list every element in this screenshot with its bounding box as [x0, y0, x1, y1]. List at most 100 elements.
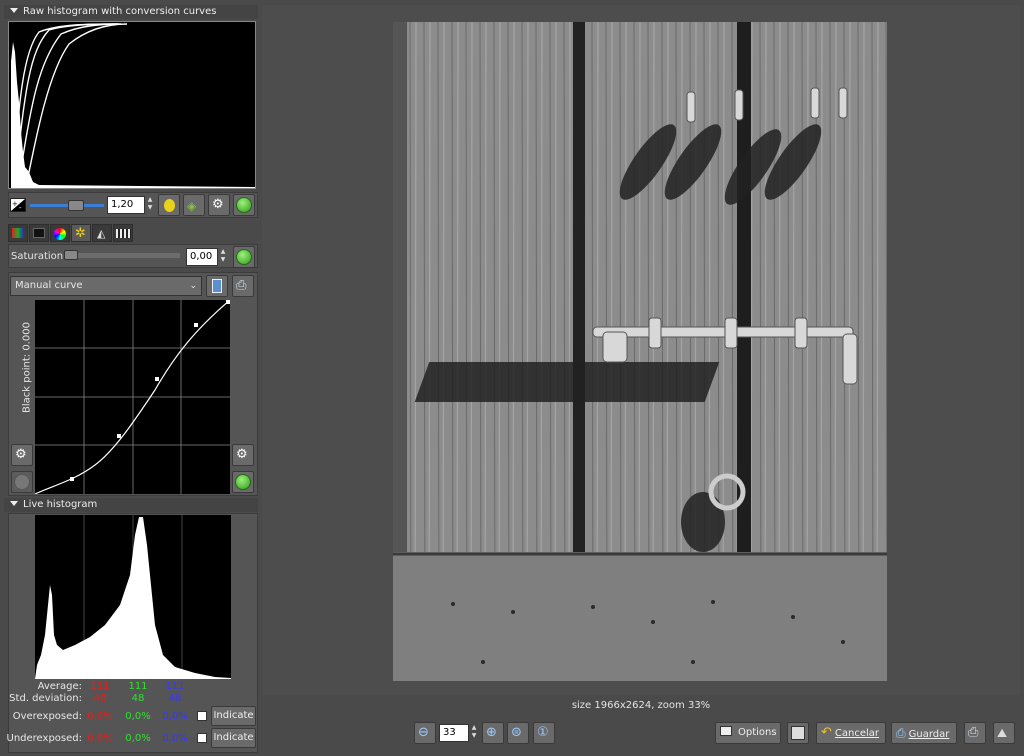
zoom-100-button[interactable]: ① [533, 722, 555, 744]
overexposed-blue: 0,0% [162, 711, 188, 722]
zoom-out-button[interactable]: ⊖ [414, 722, 436, 744]
batch-queue-button[interactable] [787, 722, 809, 744]
save-curve-icon: ⎙ [236, 278, 247, 293]
saturation-value-input[interactable]: 0,00 [186, 248, 218, 266]
underexposed-red: 0,0% [87, 733, 113, 744]
tab-raw-icon[interactable] [113, 224, 133, 242]
overexposed-checkbox[interactable] [197, 711, 207, 721]
average-label: Average: [37, 681, 82, 692]
curve-reset-right-button[interactable] [232, 471, 254, 493]
zoom-in-button[interactable]: ⊕ [482, 722, 504, 744]
curve-type-select[interactable]: Manual curve ⌄ [10, 276, 202, 296]
saturation-slider-track[interactable] [64, 253, 180, 258]
curve-point [70, 477, 74, 481]
std-green: 48 [131, 693, 145, 704]
average-blue: 111 [165, 681, 185, 692]
batch-queue-icon [791, 726, 805, 740]
reset-icon [236, 249, 252, 265]
dynamic-range-button[interactable]: ◈ [183, 194, 205, 216]
options-button[interactable]: Options [715, 722, 781, 744]
tab-colorwheel-icon[interactable] [50, 224, 70, 242]
underexposed-blue: 0,0% [162, 733, 188, 744]
average-green: 111 [128, 681, 148, 692]
saturation-spin-arrows[interactable]: ▲ ▼ [219, 248, 227, 264]
std-blue: 48 [168, 693, 182, 704]
saturation-slider-handle[interactable] [64, 250, 78, 260]
curve-gears-right-button[interactable]: ⚙ [232, 444, 254, 466]
exposure-reset-button[interactable] [233, 194, 255, 216]
curve-point [226, 300, 230, 304]
editor-icon: ⛰ [997, 726, 1008, 740]
tab-geometry-icon[interactable]: ◭ [92, 224, 112, 242]
send-to-editor-button[interactable]: ⛰ [993, 722, 1015, 744]
bulb-icon [164, 199, 175, 212]
save-curve-button[interactable]: ⎙ [232, 275, 254, 297]
tab-exposure-active-icon[interactable]: ✲ [71, 224, 91, 242]
chevron-down-icon: ⌄ [189, 281, 197, 291]
overexposed-red: 0,0% [87, 711, 113, 722]
raw-histogram-canvas [8, 21, 256, 189]
image-size-zoom-status: size 1966x2624, zoom 33% [571, 700, 711, 711]
saturation-label: Saturation [11, 251, 64, 262]
exposure-spin-arrows[interactable]: ▲ ▼ [146, 196, 154, 212]
photo-preview[interactable] [393, 22, 887, 681]
live-histogram-canvas [35, 515, 231, 679]
reset-icon [235, 474, 251, 490]
zoom-value-input[interactable]: 33 [439, 724, 469, 742]
raw-histogram-header[interactable]: Raw histogram with conversion curves [4, 5, 258, 19]
curve-point [194, 323, 198, 327]
curve-editor-canvas[interactable] [34, 299, 231, 495]
diamond-grid-icon: ◈ [187, 199, 197, 213]
undo-arrow-icon: ↶ [821, 725, 832, 740]
std-red: 48 [93, 693, 107, 704]
auto-exposure-button[interactable] [158, 194, 180, 216]
curve-reset-left-button[interactable] [11, 471, 33, 493]
zoom-in-icon: ⊕ [486, 725, 497, 740]
zoom-fit-button[interactable]: ⊜ [507, 722, 529, 744]
exposure-value-input[interactable]: 1,20 [107, 196, 145, 214]
options-icon [720, 726, 732, 736]
gears-icon: ⚙ [236, 447, 248, 462]
overexposed-green: 0,0% [125, 711, 151, 722]
zoom-spin-arrows[interactable]: ▲ ▼ [470, 724, 478, 740]
collapse-triangle-icon [10, 8, 18, 13]
curve-type-value: Manual curve [15, 280, 83, 291]
exposure-slider-handle[interactable] [68, 200, 84, 211]
underexposed-checkbox[interactable] [197, 733, 207, 743]
reset-icon [236, 197, 252, 213]
gears-icon: ⚙ [15, 447, 27, 462]
std-deviation-label: Std. deviation: [9, 693, 82, 704]
open-file-icon [212, 279, 222, 293]
exposure-icon: + - [10, 198, 26, 212]
exposure-slider-track[interactable] [30, 204, 104, 207]
gears-icon: ⚙ [212, 197, 224, 212]
average-red: 111 [90, 681, 110, 692]
zoom-fit-icon: ⊜ [511, 725, 522, 740]
curve-gears-left-button[interactable]: ⚙ [11, 444, 33, 466]
underexposed-green: 0,0% [125, 733, 151, 744]
black-point-label-container: Black point: 0.000 [12, 300, 34, 450]
underexposed-label: Underexposed: [6, 733, 83, 744]
reset-disabled-icon [14, 474, 30, 490]
save-button[interactable]: ⎙ Guardar [891, 722, 957, 744]
live-histogram-header[interactable]: Live histogram [4, 498, 258, 512]
zoom-out-icon: ⊖ [418, 725, 429, 740]
open-curve-button[interactable] [206, 275, 228, 297]
overexposed-indicate-button[interactable]: Indicate [211, 706, 256, 726]
curve-point [155, 377, 159, 381]
saturation-reset-button[interactable] [233, 246, 255, 268]
svg-text:+: + [12, 200, 18, 208]
tab-color-icon[interactable] [8, 224, 28, 242]
save-icon: ⎙ [896, 726, 906, 740]
overexposed-label: Overexposed: [12, 711, 82, 722]
save-as-icon: ⎙ [968, 725, 979, 740]
curve-point [117, 434, 121, 438]
save-as-button[interactable]: ⎙ [964, 722, 986, 744]
exposure-gears-button[interactable]: ⚙ [208, 194, 230, 216]
black-point-label: Black point: 0.000 [21, 322, 33, 413]
cancel-button[interactable]: ↶ Cancelar [816, 722, 886, 744]
collapse-triangle-icon [10, 501, 18, 506]
zoom-100-icon: ① [537, 725, 549, 740]
underexposed-indicate-button[interactable]: Indicate [211, 728, 256, 748]
tab-noise-icon[interactable] [29, 224, 49, 242]
